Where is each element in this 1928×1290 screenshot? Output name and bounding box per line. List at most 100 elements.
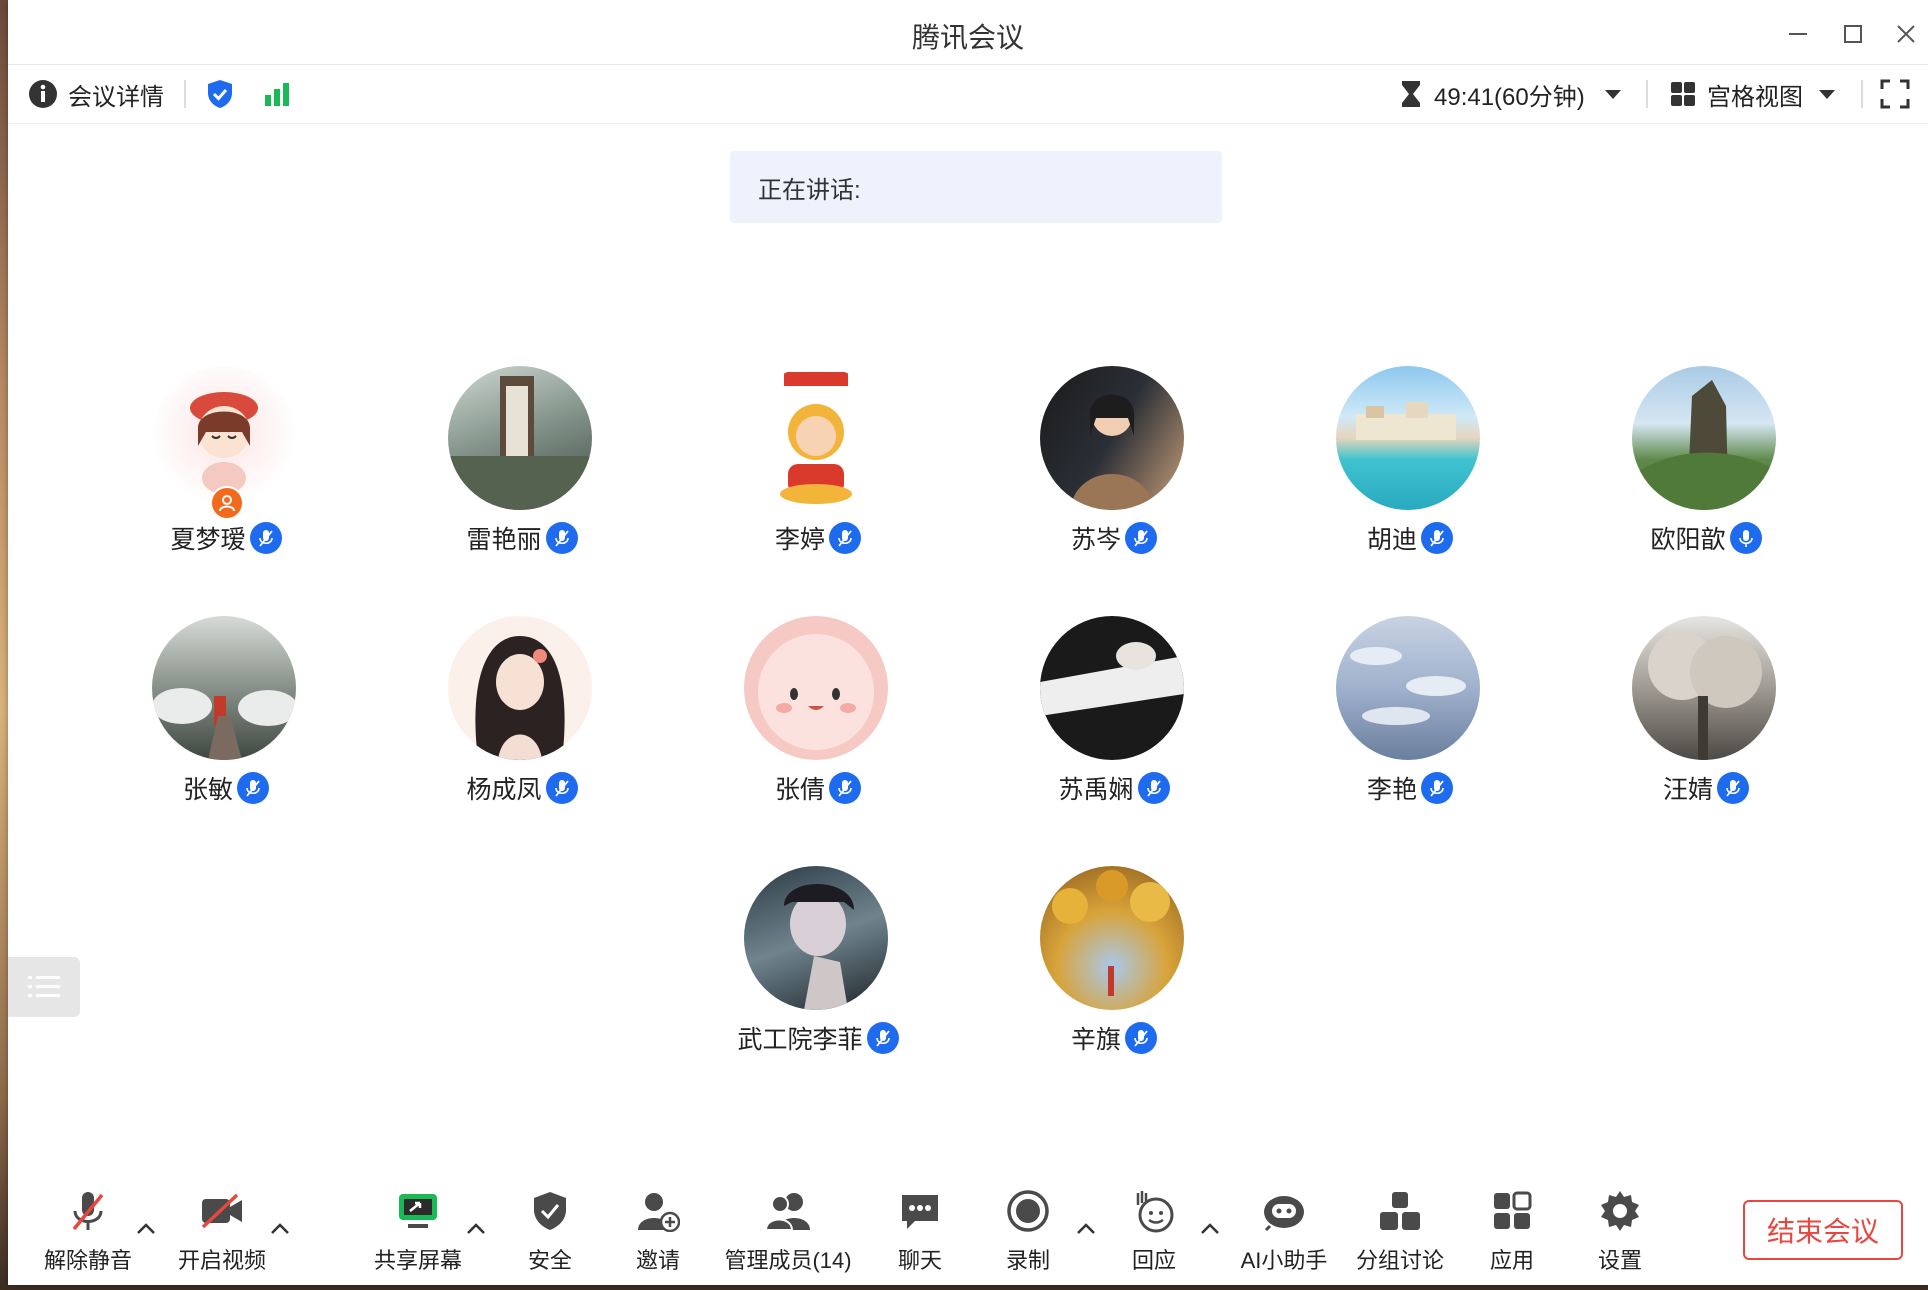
apps-grid-icon — [1494, 1191, 1532, 1229]
meeting-timer[interactable]: 49:41(60分钟) — [1398, 65, 1623, 123]
video-off-icon — [201, 1193, 242, 1229]
participant-tile[interactable]: 胡迪 — [1280, 366, 1540, 586]
mic-muted-icon — [237, 772, 269, 804]
portrait-photo-icon — [1070, 394, 1154, 510]
participant-name: 杨成凤 — [466, 776, 542, 804]
participant-name-row: 张倩 — [688, 770, 948, 806]
react-label: 回应 — [1131, 1248, 1176, 1273]
avatar — [1336, 616, 1480, 760]
participant-name-row: 武工院李菲 — [688, 1020, 948, 1056]
participant-name: 汪婧 — [1662, 776, 1713, 804]
window-title: 腾讯会议 — [911, 22, 1024, 53]
invite-user-icon — [638, 1193, 680, 1232]
autumn-ginkgo-photo-icon — [1052, 870, 1170, 996]
maximize-icon — [1844, 25, 1862, 43]
participant-tile[interactable]: 辛旗 — [984, 866, 1244, 1086]
settings-button[interactable]: 设置 — [1550, 1187, 1690, 1277]
meeting-info-bar: 会议详情 49:41(60分钟) 宫格视图 — [8, 65, 1928, 124]
minimize-button[interactable] — [1778, 16, 1818, 52]
meeting-window: 腾讯会议 会议详情 49:41(60分钟) 宫格视图 正在讲话: 夏梦瑷 雷艳丽… — [8, 0, 1928, 1285]
list-icon — [28, 976, 60, 997]
participant-list-toggle[interactable] — [8, 957, 80, 1017]
settings-label: 设置 — [1597, 1248, 1642, 1273]
chat-label: 聊天 — [897, 1248, 942, 1273]
participant-tile[interactable]: 苏禹娴 — [984, 616, 1244, 836]
close-button[interactable] — [1886, 16, 1926, 52]
gear-icon — [1601, 1191, 1639, 1231]
chevron-down-icon — [1604, 90, 1621, 99]
avatar — [448, 616, 592, 760]
participant-name: 雷艳丽 — [466, 526, 542, 554]
avatar — [1336, 366, 1480, 510]
participant-tile[interactable]: 武工院李菲 — [688, 866, 948, 1086]
chat-icon — [902, 1195, 938, 1229]
participant-tile[interactable]: 雷艳丽 — [392, 366, 652, 586]
illustrated-girl-icon — [475, 636, 565, 760]
snowy-forest-photo-icon — [152, 688, 296, 760]
seaside-town-photo-icon — [1356, 402, 1456, 440]
mic-muted-icon — [866, 1022, 899, 1054]
participant-name-row: 雷艳丽 — [392, 520, 652, 556]
divider — [1861, 80, 1863, 108]
participant-tile[interactable]: 汪婧 — [1576, 616, 1836, 836]
participant-tile[interactable]: 欧阳歆 — [1576, 366, 1836, 586]
portrait-photo-icon — [784, 883, 854, 1010]
cloudy-sky-photo-icon — [1350, 647, 1466, 725]
record-icon — [1007, 1190, 1049, 1232]
share-screen-label: 共享屏幕 — [373, 1248, 462, 1273]
grid-view-selector[interactable]: 宫格视图 — [1669, 65, 1837, 123]
maximize-button[interactable] — [1833, 16, 1873, 52]
participant-tile[interactable]: 李艳 — [1280, 616, 1540, 836]
share-screen-icon — [399, 1194, 437, 1228]
mic-muted-icon — [1125, 522, 1157, 554]
participant-tile[interactable]: 张敏 — [96, 616, 356, 836]
avatar — [1040, 616, 1184, 760]
participant-name: 苏岑 — [1070, 526, 1121, 554]
participant-tile[interactable]: 夏梦瑷 — [96, 366, 356, 586]
mic-muted-icon — [1137, 772, 1170, 804]
participant-name-row: 辛旗 — [984, 1020, 1244, 1056]
mic-active-icon — [1729, 522, 1762, 554]
chevron-down-icon — [1819, 90, 1835, 99]
participant-tile[interactable]: 杨成凤 — [392, 616, 652, 836]
avatar — [744, 366, 888, 510]
reaction-emoji-icon — [1136, 1191, 1174, 1233]
manage-members-button[interactable]: 管理成员(14) — [718, 1187, 858, 1277]
participant-name-row: 杨成凤 — [392, 770, 652, 806]
minimize-icon — [1789, 33, 1807, 35]
title-bar: 腾讯会议 — [8, 0, 1928, 65]
participant-tile[interactable]: 苏岑 — [984, 366, 1244, 586]
user-icon — [219, 495, 235, 512]
breakout-rooms-icon — [1380, 1192, 1420, 1230]
mic-muted-icon — [1717, 772, 1749, 804]
mic-muted-icon — [545, 772, 578, 804]
baby-tiger-costume-icon — [780, 372, 852, 504]
meeting-details-button[interactable]: 会议详情 — [28, 65, 164, 123]
participant-name-row: 胡迪 — [1280, 520, 1540, 556]
record-label: 录制 — [1005, 1248, 1050, 1273]
participant-name-row: 夏梦瑷 — [96, 520, 356, 556]
mic-off-icon — [72, 1192, 104, 1231]
participant-name: 李婷 — [774, 526, 825, 554]
mountain-peak-photo-icon — [1632, 380, 1776, 510]
mic-muted-icon — [1421, 522, 1453, 554]
blossom-tree-photo-icon — [1648, 632, 1762, 760]
participant-name-row: 李艳 — [1280, 770, 1540, 806]
video-options-caret[interactable] — [268, 1217, 292, 1241]
end-meeting-button[interactable]: 结束会议 — [1743, 1200, 1903, 1260]
network-signal[interactable] — [263, 65, 293, 123]
divider — [1646, 80, 1648, 108]
participant-name-row: 苏禹娴 — [984, 770, 1244, 806]
invite-label: 邀请 — [635, 1248, 680, 1273]
ai-assistant-icon — [1264, 1196, 1304, 1232]
participant-tile[interactable]: 张倩 — [688, 616, 948, 836]
participant-tile[interactable]: 李婷 — [688, 366, 948, 586]
avatar — [744, 866, 888, 1010]
invite-button[interactable]: 邀请 — [588, 1187, 728, 1277]
fullscreen-button[interactable] — [1880, 65, 1910, 123]
participant-name-row: 汪婧 — [1576, 770, 1836, 806]
shield-check-icon — [208, 80, 232, 108]
start-video-label: 开启视频 — [177, 1248, 266, 1273]
participant-name: 张倩 — [774, 776, 825, 804]
security-shield-button[interactable] — [205, 65, 235, 123]
